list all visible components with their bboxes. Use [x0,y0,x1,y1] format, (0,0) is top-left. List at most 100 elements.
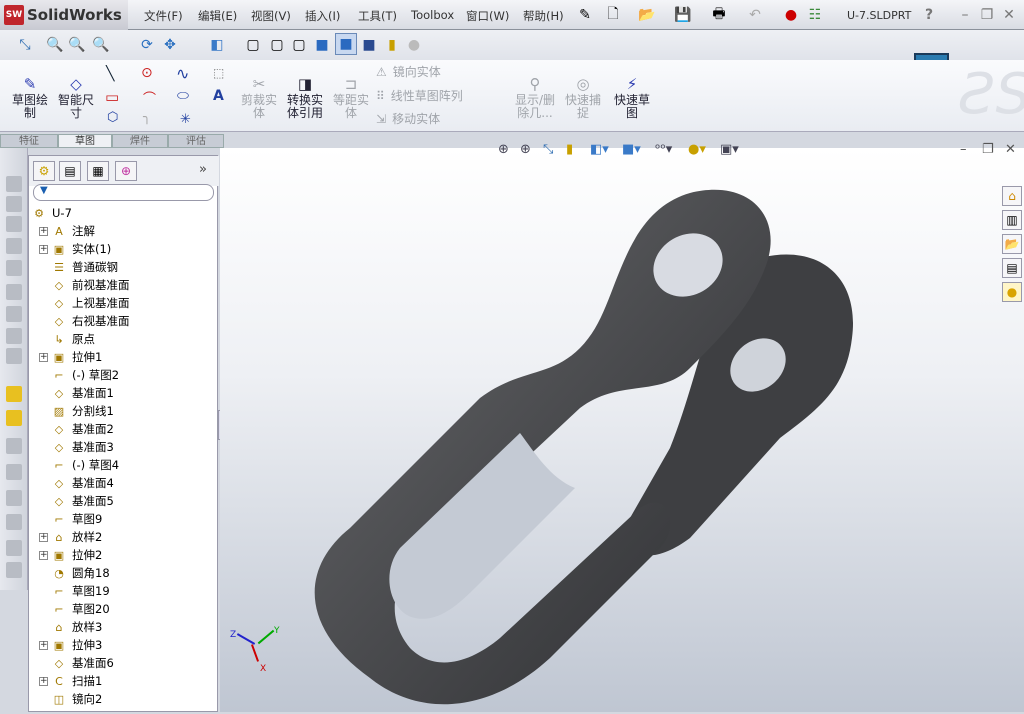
tree-item[interactable]: ⌐ 草图9 [51,510,102,528]
tree-item[interactable]: ⌐ 草图20 [51,600,109,618]
point-icon[interactable]: ✳ [180,112,191,127]
arc-icon[interactable]: ⌒ [143,88,156,107]
expand-toggle[interactable]: + [39,550,48,560]
menu-insert[interactable]: 插入(I) [305,8,340,24]
rotate-icon[interactable]: ⟳ [138,36,156,54]
pan-icon[interactable]: ✥ [161,36,179,54]
hide-show-items-icon[interactable]: ᵒᵒ▾ [655,142,672,157]
tree-item[interactable]: + C 扫描1 [39,672,102,690]
tab-features[interactable]: 特征 [0,134,58,148]
viewport-close-button[interactable]: ✕ [1005,142,1016,157]
section-view-icon[interactable]: ▮ [566,142,573,157]
mirror-entities-button[interactable]: ⚠ 镜向实体 [376,66,441,79]
left-tool-icon[interactable] [6,540,22,556]
previous-view-icon[interactable]: ⤡ [543,142,553,157]
options-icon[interactable]: ☷ [806,6,824,24]
rebuild-icon[interactable]: ● [782,6,800,24]
section-view-icon[interactable]: ▮ [383,36,401,54]
tree-item[interactable]: + ▣ 拉伸3 [39,636,102,654]
minimize-button[interactable]: – [956,6,974,24]
tree-item[interactable]: + A 注解 [39,222,95,240]
tree-item[interactable]: ◇ 基准面1 [51,384,114,402]
tree-item[interactable]: ◇ 基准面4 [51,474,114,492]
new-file-icon[interactable]: 🗋 [604,6,622,24]
text-icon[interactable]: A [213,88,224,104]
print-icon[interactable]: 🖶 [710,6,728,24]
grid-icon[interactable]: ⬚ [213,66,224,80]
task-pane-home-icon[interactable]: ⌂ [1002,186,1022,206]
menu-edit[interactable]: 编辑(E) [198,8,237,24]
close-button[interactable]: ✕ [1000,6,1018,24]
left-tool-icon[interactable] [6,196,22,212]
graphics-area[interactable]: X Y Z [220,148,1024,712]
left-tool-icon[interactable] [6,348,22,364]
fillet-icon[interactable]: ╮ [143,110,151,125]
menu-help[interactable]: 帮助(H) [523,8,564,24]
left-tool-icon[interactable] [6,490,22,506]
appearance-icon[interactable]: ●▾ [688,142,706,157]
offset-button[interactable]: ⊐ 等距实体 [330,74,372,120]
left-tool-icon[interactable] [6,464,22,480]
expand-toggle[interactable]: + [39,676,48,686]
tree-item[interactable]: + ▣ 实体(1) [39,240,111,258]
zoom-fit-icon[interactable]: ⊕ [498,142,509,157]
configuration-manager-tab-icon[interactable]: ▦ [87,161,109,181]
zoom-area-icon[interactable]: 🔍 [68,36,86,54]
menu-toolbox[interactable]: Toolbox [411,8,454,22]
tree-item[interactable]: ⌐ 草图19 [51,582,109,600]
tab-evaluate[interactable]: 评估 [168,134,224,148]
left-tool-icon[interactable] [6,562,22,578]
expand-toggle[interactable]: + [39,244,48,254]
ellipse-icon[interactable]: ⬭ [177,88,189,104]
tree-filter-input[interactable]: ▼ [33,184,214,201]
shaded-edges-icon[interactable]: ■ [313,36,331,54]
design-library-icon[interactable]: ▥ [1002,210,1022,230]
left-tool-icon[interactable] [6,176,22,192]
view-palette-icon[interactable]: ▤ [1002,258,1022,278]
left-tool-icon[interactable] [6,514,22,530]
file-explorer-icon[interactable]: 📂 [1002,234,1022,254]
tree-item[interactable]: + ▣ 拉伸2 [39,546,102,564]
shaded-icon[interactable]: ■ [335,33,357,55]
rapid-sketch-button[interactable]: ⚡ 快速草图 [610,74,654,120]
tree-item[interactable]: ◔ 圆角18 [51,564,109,582]
hidden-lines-removed-icon[interactable]: ▢ [290,36,308,54]
pin-icon[interactable]: ✎ [576,6,594,24]
tree-item[interactable]: ◇ 前视基准面 [51,276,130,294]
restore-button[interactable]: ❐ [978,6,996,24]
tree-item[interactable]: ◇ 上视基准面 [51,294,130,312]
left-tool-icon[interactable] [6,386,22,402]
zoom-fit-icon[interactable]: 🔍 [46,36,64,54]
tree-item[interactable]: + ⌂ 放样2 [39,528,102,546]
tab-weldments[interactable]: 焊件 [112,134,168,148]
circle-icon[interactable]: ⊙ [141,65,153,81]
viewport-restore-button[interactable]: ❐ [982,142,994,157]
display-delete-relations-button[interactable]: ⚲ 显示/删除几... [512,74,558,120]
tab-sketch[interactable]: 草图 [58,134,112,148]
menu-tools[interactable]: 工具(T) [358,8,397,24]
viewport-minimize-button[interactable]: – [960,142,967,157]
line-icon[interactable]: ╲ [106,66,114,82]
solidworks-logo[interactable]: SW SolidWorks [0,0,128,30]
tree-item[interactable]: ◫ 镜向2 [51,690,103,708]
left-tool-icon[interactable] [6,438,22,454]
shadows-icon[interactable]: ■ [360,36,378,54]
menu-window[interactable]: 窗口(W) [466,8,509,24]
expand-toggle[interactable]: + [39,640,48,650]
select-icon[interactable]: ⤡ [16,36,34,54]
menu-file[interactable]: 文件(F) [144,8,183,24]
tree-item[interactable]: ◇ 基准面5 [51,492,114,510]
tree-item[interactable]: ◇ 基准面6 [51,654,114,672]
help-icon[interactable]: ? [920,6,938,24]
dimxpert-tab-icon[interactable]: ⊕ [115,161,137,181]
left-tool-icon[interactable] [6,328,22,344]
left-tool-icon[interactable] [6,306,22,322]
display-style-icon[interactable]: ■▾ [622,142,641,157]
left-tool-icon[interactable] [6,216,22,232]
expand-toggle[interactable]: + [39,532,48,542]
left-tool-icon[interactable] [6,260,22,276]
rectangle-icon[interactable]: ▭ [105,88,119,106]
linear-pattern-button[interactable]: ⠿ 线性草图阵列 [376,90,463,103]
expand-panel-icon[interactable]: » [199,162,207,177]
tree-item[interactable]: ⚙ U-7 [31,204,72,222]
